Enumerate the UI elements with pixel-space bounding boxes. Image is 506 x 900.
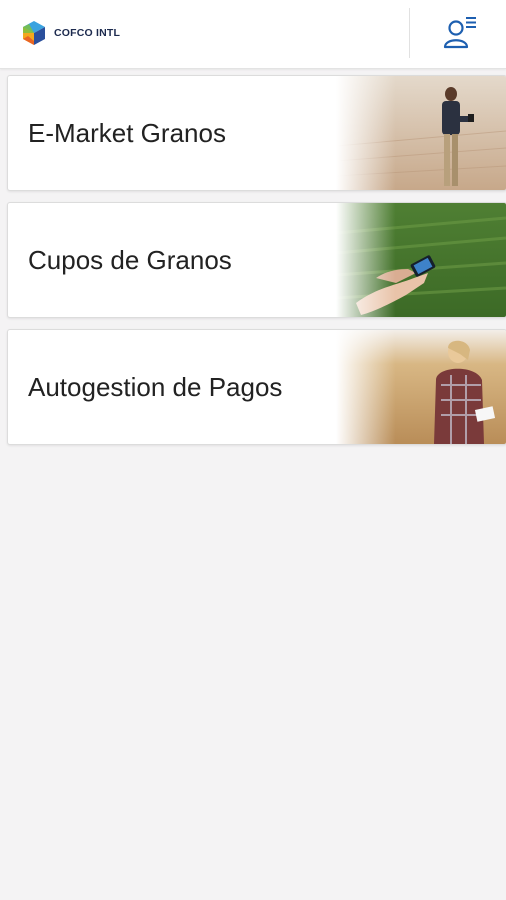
app-header: COFCO INTL: [0, 0, 506, 69]
farmer-with-tablet-image: [336, 76, 506, 190]
brand-name: COFCO INTL: [54, 27, 121, 39]
cofco-logo-icon: [23, 21, 45, 45]
woman-in-wheat-field-image: [336, 330, 506, 444]
header-divider: [409, 8, 410, 58]
user-menu-button[interactable]: [440, 14, 480, 52]
phone-in-field-image: [336, 203, 506, 317]
menu-card-autogestion-de-pagos[interactable]: Autogestion de Pagos: [7, 329, 506, 445]
card-label: Autogestion de Pagos: [28, 372, 283, 402]
brand-logo[interactable]: COFCO INTL: [20, 19, 120, 47]
card-label: Cupos de Granos: [28, 245, 232, 275]
card-label: E-Market Granos: [28, 118, 226, 148]
user-menu-icon: [443, 17, 476, 49]
menu-card-e-market-granos[interactable]: E-Market Granos: [7, 75, 506, 191]
menu-card-cupos-de-granos[interactable]: Cupos de Granos: [7, 202, 506, 318]
